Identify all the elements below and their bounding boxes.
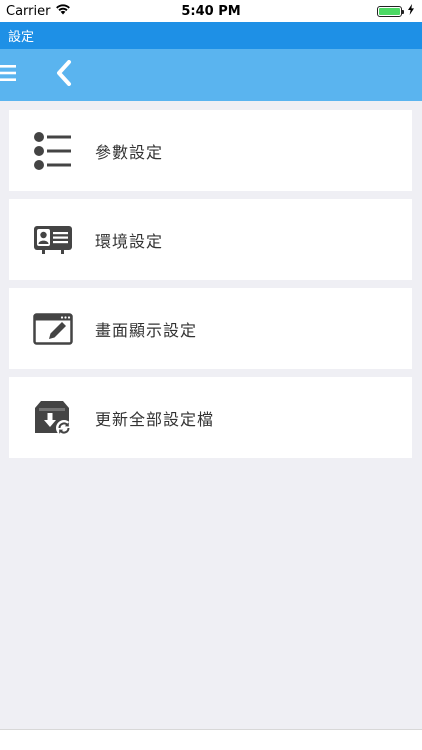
charging-bolt-icon [408,3,414,19]
nav-bar [0,49,422,101]
bottom-strip [0,729,422,750]
settings-item-label: 畫面顯示設定 [95,320,198,340]
settings-item-parameters[interactable]: 參數設定 [9,110,412,191]
title-strip: 設定 [0,22,422,49]
settings-item-update-all[interactable]: 更新全部設定檔 [9,377,412,458]
page-title: 設定 [8,30,35,45]
wifi-icon [55,3,71,19]
battery-fill [379,7,400,15]
settings-item-label: 參數設定 [95,142,164,162]
id-card-icon [9,225,95,255]
settings-item-environment[interactable]: 環境設定 [9,199,412,280]
battery-icon [377,5,404,17]
download-sync-icon [9,399,95,437]
back-button[interactable] [44,49,84,101]
status-bar: Carrier 5:40 PM [0,0,422,22]
settings-screen: Carrier 5:40 PM 設定 參數設定 環境設定 畫面顯示設定 更新全部… [0,0,422,750]
list-icon [9,131,95,171]
carrier-label: Carrier [6,3,51,19]
settings-item-display[interactable]: 畫面顯示設定 [9,288,412,369]
settings-item-label: 環境設定 [95,231,164,251]
settings-item-label: 更新全部設定檔 [95,409,215,429]
hamburger-menu-icon [0,64,16,86]
menu-button[interactable] [0,49,26,101]
status-left: Carrier [6,3,71,19]
status-right [377,3,414,19]
chevron-left-icon [56,60,72,90]
settings-list: 參數設定 環境設定 畫面顯示設定 更新全部設定檔 [0,101,422,729]
edit-window-icon [9,312,95,345]
